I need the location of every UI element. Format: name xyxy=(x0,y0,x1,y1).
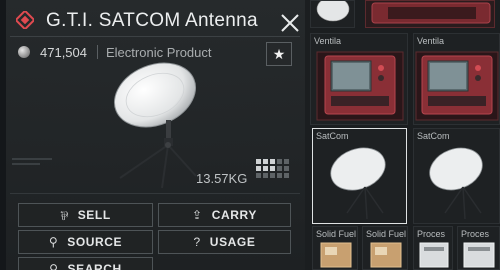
inventory-slot-processor-1[interactable]: Proces xyxy=(413,226,453,270)
source-button[interactable]: ⚲ SOURCE xyxy=(18,230,153,254)
inventory-slot-red-case-top[interactable] xyxy=(365,0,495,28)
item-detail-panel: G.T.I. SATCOM Antenna 471,504 Electronic… xyxy=(0,0,305,270)
sell-button[interactable]: ⅌ SELL xyxy=(18,203,153,227)
slot-label: Ventila xyxy=(417,36,445,46)
satcom-thumbnail-icon xyxy=(316,0,350,22)
carry-label: CARRY xyxy=(211,208,257,222)
slot-label: Solid Fuel xyxy=(366,229,407,239)
inventory-slot-solid-fuel-2[interactable]: Solid Fuel xyxy=(362,226,408,270)
slot-label: SatCom xyxy=(316,131,349,141)
inventory-slot-processor-2[interactable]: Proces xyxy=(457,226,500,270)
usage-label: USAGE xyxy=(209,235,256,249)
actions-divider xyxy=(10,193,300,194)
sell-label: SELL xyxy=(77,208,111,222)
satcom-antenna-icon xyxy=(330,147,386,220)
carry-button[interactable]: ⇪ CARRY xyxy=(158,203,291,227)
slot-label: Proces xyxy=(461,229,490,239)
inventory-slot-dish-top[interactable] xyxy=(310,0,355,28)
game-screen: G.T.I. SATCOM Antenna 471,504 Electronic… xyxy=(0,0,500,270)
inventory-slot-satcom-selected[interactable]: SatCom xyxy=(312,128,407,224)
slot-label: SatCom xyxy=(417,131,450,141)
inventory-slot-solid-fuel-1[interactable]: Solid Fuel xyxy=(312,226,358,270)
item-title: G.T.I. SATCOM Antenna xyxy=(46,10,258,31)
slot-label: Solid Fuel xyxy=(316,229,357,239)
title-bar: G.T.I. SATCOM Antenna xyxy=(6,4,305,36)
title-divider xyxy=(10,36,300,37)
favorite-button[interactable]: ★ xyxy=(266,42,292,66)
item-size-grid-icon xyxy=(256,159,289,178)
slot-label: Ventila xyxy=(314,36,342,46)
sell-icon: ⅌ xyxy=(60,208,69,223)
magnifier-icon: ⚲ xyxy=(48,235,59,249)
star-icon: ★ xyxy=(272,45,286,62)
source-label: SOURCE xyxy=(67,235,123,249)
slot-label: Proces xyxy=(417,229,446,239)
satcom-antenna-icon xyxy=(429,147,483,220)
item-weight: 13.57KG xyxy=(196,171,248,186)
item-price: 471,504 xyxy=(40,44,87,60)
upload-icon: ⇪ xyxy=(192,208,203,222)
usage-button[interactable]: ? USAGE xyxy=(158,230,291,254)
ventilator-icon xyxy=(316,51,404,121)
red-case-icon xyxy=(371,2,491,24)
question-icon: ? xyxy=(193,235,201,249)
inventory-slot-satcom[interactable]: SatCom xyxy=(413,128,500,224)
search-label: SEARCH xyxy=(67,262,122,270)
panel-strip xyxy=(0,0,6,270)
coin-icon xyxy=(18,46,30,58)
price-separator xyxy=(97,45,98,59)
close-icon[interactable] xyxy=(279,12,301,34)
search-icon: ⚲ xyxy=(49,262,59,270)
item-category-icon xyxy=(16,11,34,29)
inventory-slot-ventila-1[interactable]: Ventila xyxy=(310,33,408,125)
inventory-slot-ventila-2[interactable]: Ventila xyxy=(413,33,500,125)
search-button[interactable]: ⚲ SEARCH xyxy=(18,257,153,270)
satcom-antenna-image xyxy=(113,62,197,189)
faint-detail-text xyxy=(12,158,52,168)
ventilator-icon xyxy=(415,51,499,121)
